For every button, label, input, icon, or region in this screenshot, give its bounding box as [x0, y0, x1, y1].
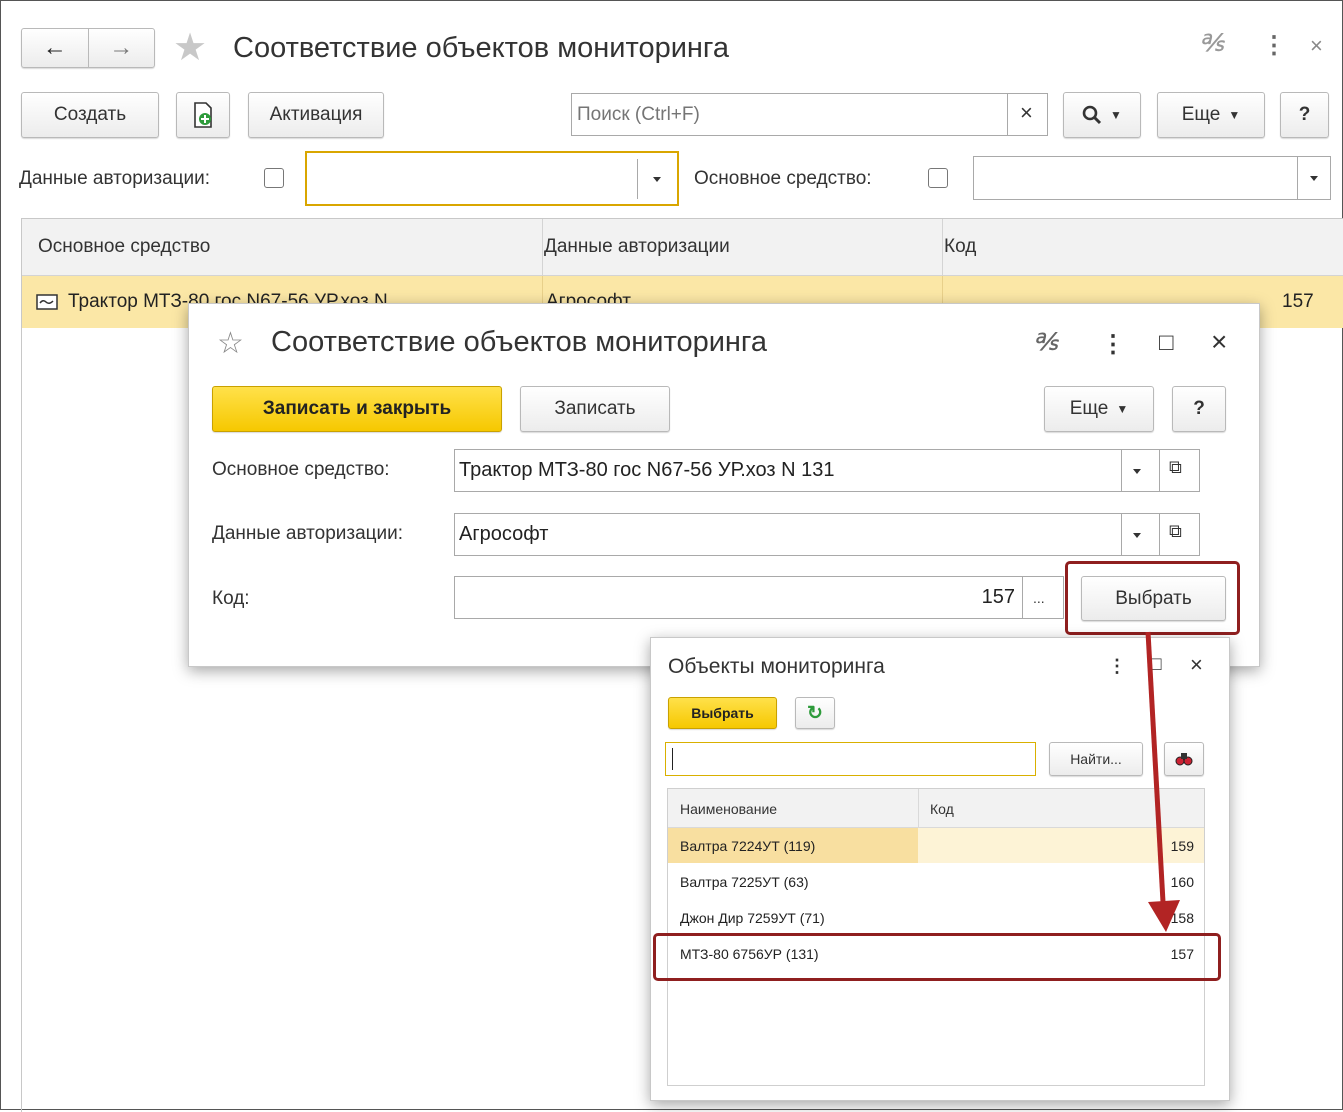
- arrow-shaft: [1145, 631, 1166, 903]
- annotation-arrow: [1145, 631, 1180, 932]
- arrow-head: [1148, 900, 1180, 932]
